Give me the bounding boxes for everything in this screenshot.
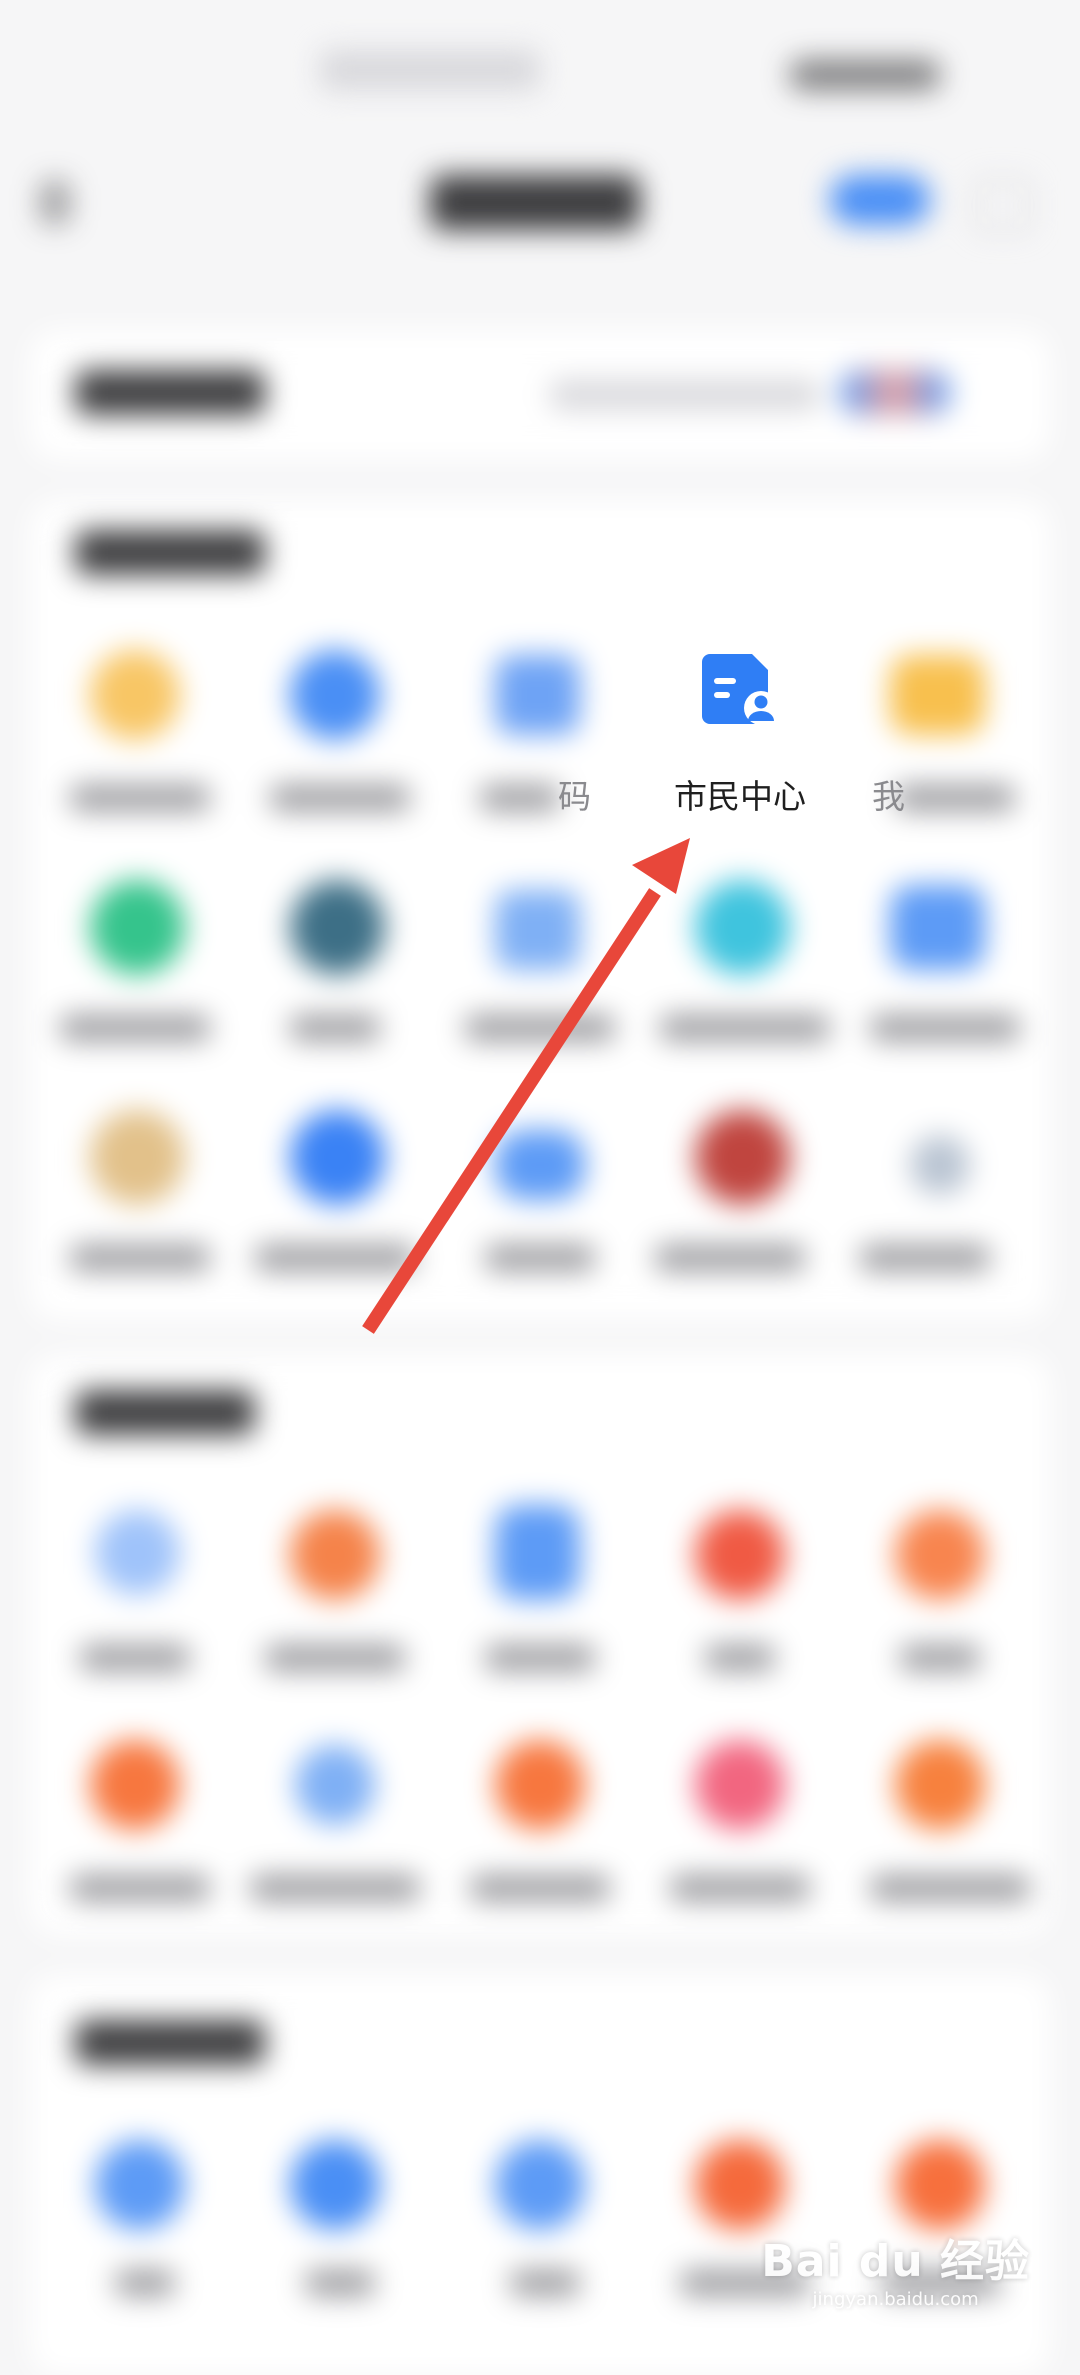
header-action-button[interactable] xyxy=(830,175,930,225)
app-icon[interactable] xyxy=(895,1510,985,1600)
info-card-text xyxy=(550,380,820,410)
app-icon[interactable] xyxy=(90,1110,185,1205)
app-label xyxy=(670,1875,810,1901)
app-icon[interactable] xyxy=(295,1745,375,1825)
back-icon[interactable] xyxy=(40,180,70,225)
section-title-1 xyxy=(75,530,265,575)
app-icon[interactable] xyxy=(95,1510,180,1595)
app-label xyxy=(80,1645,190,1671)
info-card-title xyxy=(75,370,265,415)
status-bar-right xyxy=(790,60,940,90)
status-bar-center xyxy=(320,50,540,90)
app-label xyxy=(255,1245,415,1271)
app-icon[interactable] xyxy=(495,890,580,970)
info-card-badges xyxy=(840,370,950,415)
app-label xyxy=(60,1015,210,1041)
app-icon[interactable] xyxy=(695,1510,785,1600)
app-label xyxy=(70,785,210,811)
app-icon[interactable] xyxy=(90,880,185,975)
app-icon[interactable] xyxy=(290,2140,380,2230)
watermark-logo: Bai du 经验 xyxy=(761,2236,1030,2287)
app-icon[interactable] xyxy=(290,1510,380,1600)
app-icon[interactable] xyxy=(895,2140,985,2230)
app-icon[interactable] xyxy=(90,1740,180,1830)
page-title xyxy=(430,175,640,230)
app-icon[interactable] xyxy=(695,2140,785,2230)
app-label xyxy=(485,1245,595,1271)
app-icon[interactable] xyxy=(290,880,385,975)
app-icon[interactable] xyxy=(495,1740,585,1830)
app-label xyxy=(870,1015,1020,1041)
more-icon[interactable] xyxy=(975,180,1031,231)
app-label xyxy=(305,2270,375,2296)
baidu-jingyan-watermark: Bai du 经验 jingyan.baidu.com xyxy=(761,2225,1030,2310)
app-icon[interactable] xyxy=(95,2140,185,2230)
neighbor-label-fragment: 码 xyxy=(558,777,591,816)
app-icon[interactable] xyxy=(495,2140,585,2230)
app-icon[interactable] xyxy=(290,1110,385,1205)
app-icon[interactable] xyxy=(695,1740,785,1830)
app-icon[interactable] xyxy=(695,1110,790,1205)
section-title-2 xyxy=(75,1390,255,1435)
app-icon[interactable] xyxy=(290,650,380,740)
app-icon[interactable] xyxy=(495,1505,580,1600)
app-icon[interactable] xyxy=(495,655,580,735)
app-label xyxy=(290,1015,380,1041)
app-icon[interactable] xyxy=(890,885,985,970)
app-label xyxy=(660,1015,830,1041)
app-label xyxy=(70,1875,210,1901)
app-label xyxy=(655,1245,805,1271)
app-label xyxy=(480,785,560,811)
neighbor-label-fragment: 我 xyxy=(872,777,905,816)
app-label xyxy=(270,785,410,811)
app-label xyxy=(860,1245,990,1271)
app-label xyxy=(510,2270,580,2296)
app-label xyxy=(470,1875,610,1901)
app-label xyxy=(705,1645,775,1671)
app-icon[interactable] xyxy=(890,655,985,735)
watermark-url: jingyan.baidu.com xyxy=(812,2289,979,2310)
app-label xyxy=(265,1645,405,1671)
app-label xyxy=(115,2270,175,2296)
app-icon[interactable] xyxy=(895,1740,985,1830)
citizen-center-label: 市民中心 xyxy=(674,777,806,816)
app-icon[interactable] xyxy=(495,1130,585,1200)
app-label xyxy=(900,1645,980,1671)
section-title-3 xyxy=(75,2020,265,2065)
app-label xyxy=(870,1875,1030,1901)
app-label xyxy=(70,1245,210,1271)
app-icon[interactable] xyxy=(695,880,790,975)
app-icon[interactable] xyxy=(90,650,180,740)
app-label xyxy=(465,1015,615,1041)
app-label xyxy=(895,785,1015,811)
app-label xyxy=(250,1875,420,1901)
app-label xyxy=(485,1645,595,1671)
app-icon[interactable] xyxy=(910,1135,970,1195)
document-person-icon xyxy=(702,654,778,725)
